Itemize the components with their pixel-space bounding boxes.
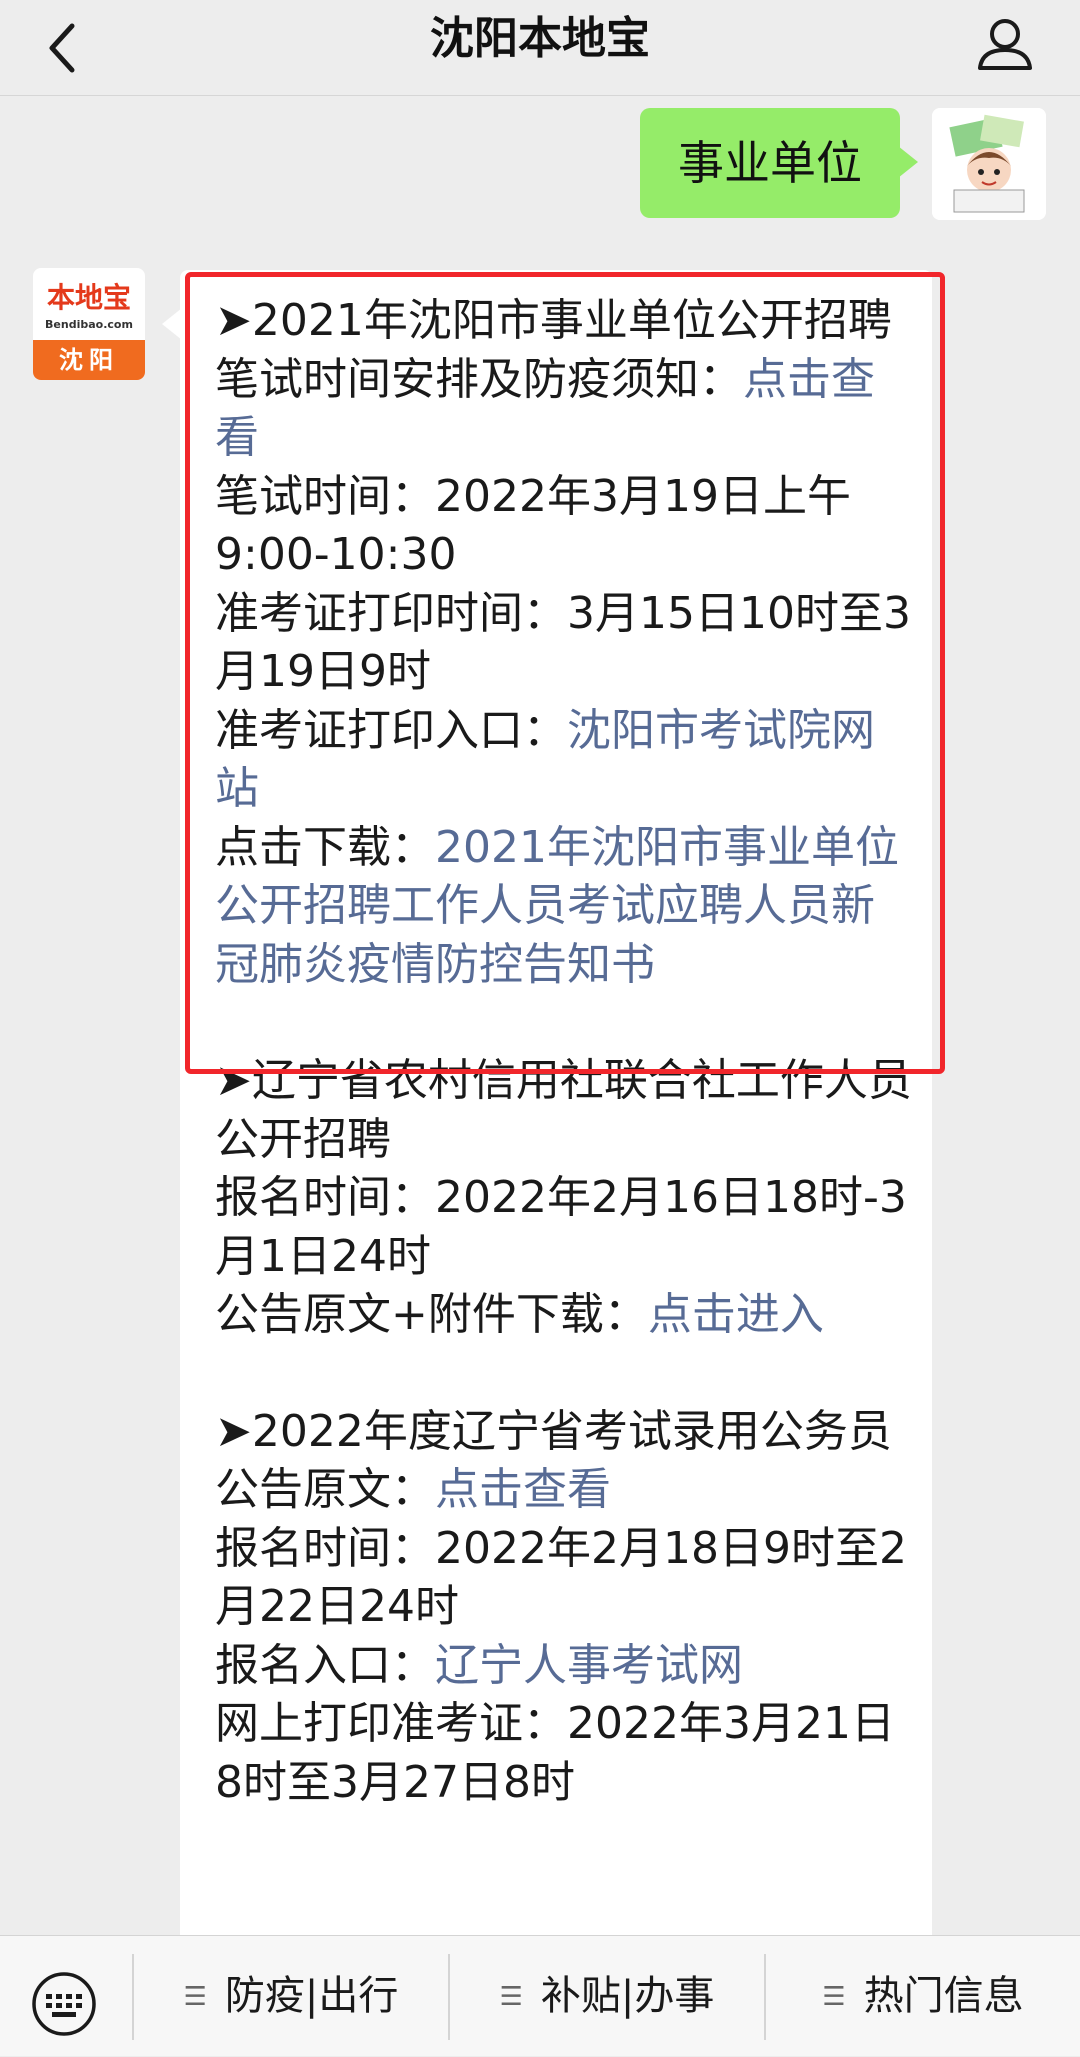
info-line: 报名时间：2022年2月18日9时至2月22日24时 [215,1522,907,1633]
section-heading: ➤2022年度辽宁省考试录用公务员 [215,1405,892,1457]
menu-icon: ☰ [499,1982,523,2012]
info-line: 报名入口：辽宁人事考试网 [215,1639,743,1691]
bottom-menu-bar: ☰ 防疫|出行 ☰ 补贴|办事 ☰ 热门信息 [0,1935,1080,2056]
section-shenyang-recruitment: ➤2021年沈阳市事业单位公开招聘 笔试时间安排及防疫须知：点击查看 笔试时间：… [215,292,915,994]
section-heading: ➤2021年沈阳市事业单位公开招聘 [215,295,892,346]
brand-domain: Bendibao.com [45,318,133,331]
menu-hot-info[interactable]: ☰ 热门信息 [766,1936,1080,2056]
user-message-bubble: 事业单位 [640,108,918,218]
section-rural-credit-recruitment: ➤辽宁省农村信用社联合社工作人员公开招聘 报名时间：2022年2月16日18时-… [215,1052,915,1345]
profile-button[interactable] [970,10,1040,80]
profile-icon [978,19,1032,70]
bot-avatar[interactable]: 本地宝 Bendibao.com 沈阳 [33,268,145,380]
user-message-text: 事业单位 [678,136,862,190]
keyboard-icon [32,1972,96,2036]
top-bar: 沈阳本地宝 [0,0,1080,96]
enter-link[interactable]: 点击进入 [648,1289,824,1340]
info-line: 点击下载：2021年沈阳市事业单位公开招聘工作人员考试应聘人员新冠肺炎疫情防控告… [215,821,899,990]
menu-subsidy-services[interactable]: ☰ 补贴|办事 [450,1936,764,2056]
user-avatar[interactable] [932,108,1046,220]
info-line: 公告原文+附件下载：点击进入 [215,1289,824,1340]
view-announcement-link[interactable]: 点击查看 [435,1464,611,1515]
info-line: 笔试时间：2022年3月19日上午9:00-10:30 [215,470,851,581]
personnel-exam-site-link[interactable]: 辽宁人事考试网 [435,1640,743,1691]
bubble-tail [898,146,918,178]
info-line: 报名时间：2022年2月16日18时-3月1日24时 [215,1172,907,1282]
info-line: 公告原文：点击查看 [215,1464,611,1515]
info-line: 准考证打印时间：3月15日10时至3月19日9时 [215,587,911,698]
section-civil-servant-exam: ➤2022年度辽宁省考试录用公务员 公告原文：点击查看 报名时间：2022年2月… [215,1403,915,1813]
bot-message-content: ➤2021年沈阳市事业单位公开招聘 笔试时间安排及防疫须知：点击查看 笔试时间：… [215,292,915,1812]
cartoon-avatar-icon [932,108,1046,220]
info-line: 准考证打印入口：沈阳市考试院网站 [215,704,875,815]
section-heading: ➤辽宁省农村信用社联合社工作人员公开招聘 [215,1055,912,1165]
menu-icon: ☰ [183,1982,207,2012]
info-line: 网上打印准考证：2022年3月21日8时至3月27日8时 [215,1698,895,1808]
page-title: 沈阳本地宝 [430,13,650,64]
brand-logo-text: 本地宝 [46,281,131,314]
keyboard-toggle-button[interactable] [30,1970,98,2038]
bubble-tail [162,308,182,340]
menu-epidemic-travel[interactable]: ☰ 防疫|出行 [134,1936,448,2056]
brand-city: 沈阳 [33,340,145,380]
info-line: 笔试时间安排及防疫须知：点击查看 [215,353,875,464]
menu-icon: ☰ [822,1982,846,2012]
